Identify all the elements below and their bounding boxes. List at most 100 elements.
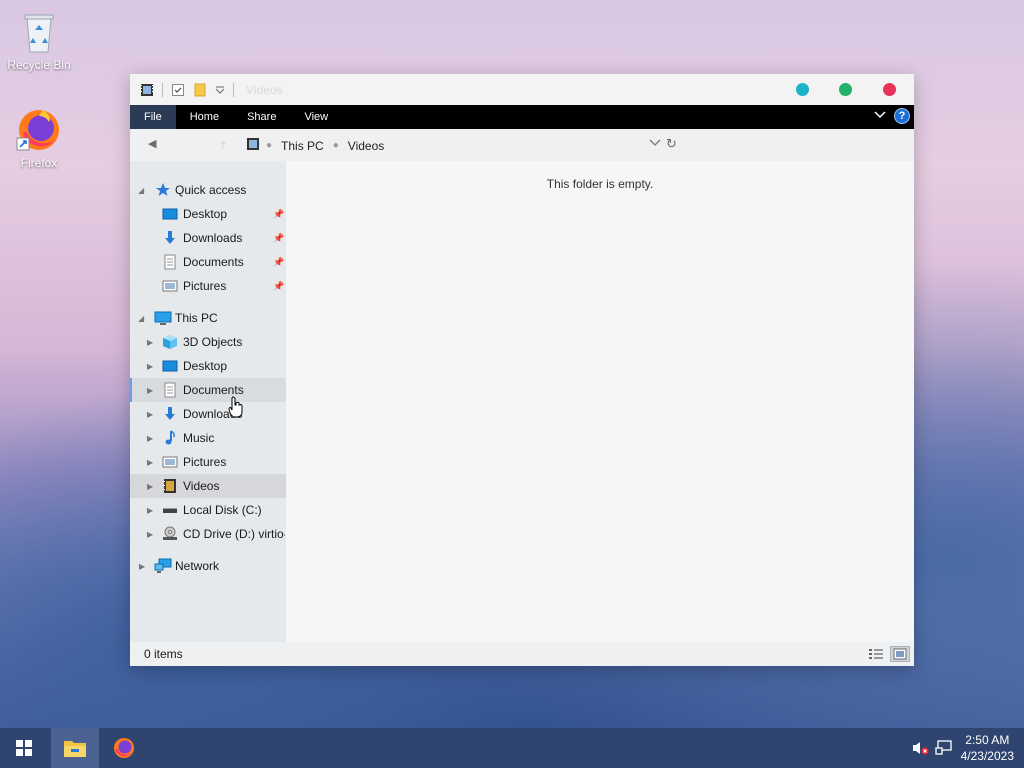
minimize-button[interactable] (796, 83, 809, 96)
item-count: 0 items (144, 647, 183, 661)
videos-icon (162, 478, 178, 494)
tab-home[interactable]: Home (176, 105, 233, 129)
clock-time: 2:50 AM (965, 733, 1010, 747)
chevron-right-icon[interactable]: ▶ (139, 562, 145, 571)
pin-icon[interactable]: 📌 (273, 257, 284, 268)
pin-icon[interactable]: 📌 (273, 209, 284, 220)
chevron-expanded-icon[interactable]: ◢ (138, 314, 144, 323)
documents-icon (162, 254, 178, 270)
chevron-right-icon[interactable]: ▶ (147, 506, 153, 515)
empty-folder-message: This folder is empty. (546, 177, 654, 191)
chevron-right-icon[interactable]: ▶ (147, 482, 153, 491)
windows-logo-icon (16, 740, 32, 756)
pin-icon[interactable]: 📌 (273, 281, 284, 292)
chevron-right-icon[interactable]: ▶ (147, 338, 153, 347)
help-icon[interactable]: ? (894, 108, 910, 124)
music-icon (162, 430, 178, 446)
desktop-icon-firefox[interactable]: Firefox (4, 106, 74, 170)
nav-network[interactable]: ▶ Network (130, 554, 286, 578)
nav-cd-drive[interactable]: ▶ CD Drive (D:) virtio- (130, 522, 286, 546)
volume-muted-icon[interactable] (911, 740, 929, 759)
breadcrumb-separator: ● (332, 140, 339, 151)
address-history-chevron-icon[interactable] (649, 138, 661, 151)
pictures-icon (162, 278, 178, 294)
computer-icon (154, 310, 172, 326)
chevron-right-icon[interactable]: ▶ (147, 386, 153, 395)
nav-pictures[interactable]: ▶ Pictures (130, 450, 286, 474)
nav-label: Downloads (183, 231, 243, 245)
file-explorer-icon (64, 741, 86, 757)
taskbar-firefox[interactable] (100, 728, 148, 768)
chevron-right-icon[interactable]: ▶ (147, 410, 153, 419)
cd-drive-icon (162, 526, 178, 542)
tab-view[interactable]: View (290, 105, 342, 129)
details-view-icon[interactable] (866, 646, 886, 662)
start-button[interactable] (0, 728, 48, 768)
nav-local-disk[interactable]: ▶ Local Disk (C:) (130, 498, 286, 522)
refresh-icon[interactable]: ↻ (666, 136, 677, 152)
nav-quick-downloads[interactable]: Downloads 📌 (130, 226, 286, 250)
file-list-pane[interactable]: This folder is empty. (286, 161, 914, 642)
large-icons-view-icon[interactable] (890, 646, 910, 662)
nav-quick-pictures[interactable]: Pictures 📌 (130, 274, 286, 298)
chevron-right-icon[interactable]: ▶ (147, 530, 153, 539)
network-status-icon[interactable] (935, 740, 953, 759)
desktop-icon-recycle-bin[interactable]: Recycle Bin (4, 8, 74, 72)
chevron-expanded-icon[interactable]: ◢ (138, 186, 144, 195)
nav-quick-documents[interactable]: Documents 📌 (130, 250, 286, 274)
status-bar: 0 items (130, 642, 914, 666)
nav-label: Local Disk (C:) (183, 503, 262, 517)
maximize-button[interactable] (839, 83, 852, 96)
nav-quick-access[interactable]: ◢ Quick access (130, 178, 286, 202)
desktop-icon-label: Recycle Bin (7, 58, 71, 72)
nav-videos[interactable]: ▶ Videos (130, 474, 286, 498)
nav-3d-objects[interactable]: ▶ 3D Objects (130, 330, 286, 354)
nav-this-pc[interactable]: ◢ This PC (130, 306, 286, 330)
nav-label: Music (183, 431, 215, 445)
tab-share[interactable]: Share (233, 105, 290, 129)
tab-file[interactable]: File (130, 105, 176, 129)
chevron-right-icon[interactable]: ▶ (147, 362, 153, 371)
chevron-right-icon[interactable]: ▶ (147, 458, 153, 467)
breadcrumb[interactable]: ● This PC ● Videos (246, 137, 384, 154)
navigation-pane[interactable]: ◢ Quick access Desktop 📌 Downloads 📌 Doc… (130, 161, 286, 642)
back-arrow-icon[interactable]: ◀ (148, 137, 156, 150)
chevron-down-icon[interactable] (215, 83, 225, 97)
desktop-icon-label: Firefox (20, 156, 58, 170)
recycle-bin-icon (15, 8, 63, 56)
downloads-icon (162, 230, 178, 246)
nav-downloads[interactable]: ▶ Downloads (130, 402, 286, 426)
close-button[interactable] (883, 83, 896, 96)
up-arrow-icon[interactable]: 🡑 (220, 137, 226, 156)
nav-label: Documents (183, 383, 244, 397)
file-explorer-window: Videos File Home Share View ? ◀ 🡑 ● This… (130, 74, 914, 666)
nav-label: Quick access (175, 183, 247, 197)
desktop-icon (162, 358, 178, 374)
firefox-icon (15, 106, 63, 154)
nav-label: Videos (183, 479, 220, 493)
nav-desktop[interactable]: ▶ Desktop (130, 354, 286, 378)
breadcrumb-this-pc[interactable]: This PC (281, 139, 324, 153)
nav-label: 3D Objects (183, 335, 243, 349)
nav-label: Pictures (183, 279, 227, 293)
taskbar-file-explorer[interactable] (51, 728, 99, 768)
videos-folder-icon (246, 137, 260, 154)
pin-icon[interactable]: 📌 (273, 233, 284, 244)
nav-quick-desktop[interactable]: Desktop 📌 (130, 202, 286, 226)
nav-label: CD Drive (D:) virtio- (183, 527, 285, 541)
nav-label: Documents (183, 255, 244, 269)
clock-date: 4/23/2023 (960, 749, 1014, 763)
new-folder-icon[interactable] (193, 83, 207, 97)
chevron-right-icon[interactable]: ▶ (147, 434, 153, 443)
address-bar: ◀ 🡑 ● This PC ● Videos ↻ (130, 129, 914, 161)
title-bar[interactable]: Videos (130, 74, 914, 105)
ribbon-tabs: File Home Share View ? (130, 105, 914, 129)
nav-documents[interactable]: ▶ Documents (130, 378, 286, 402)
breadcrumb-videos[interactable]: Videos (348, 139, 384, 153)
network-icon (154, 558, 172, 574)
properties-icon[interactable] (171, 83, 185, 97)
pictures-icon (162, 454, 178, 470)
expand-ribbon-icon[interactable] (874, 109, 886, 123)
nav-music[interactable]: ▶ Music (130, 426, 286, 450)
system-clock[interactable]: 2:50 AM 4/23/2023 (961, 732, 1014, 764)
